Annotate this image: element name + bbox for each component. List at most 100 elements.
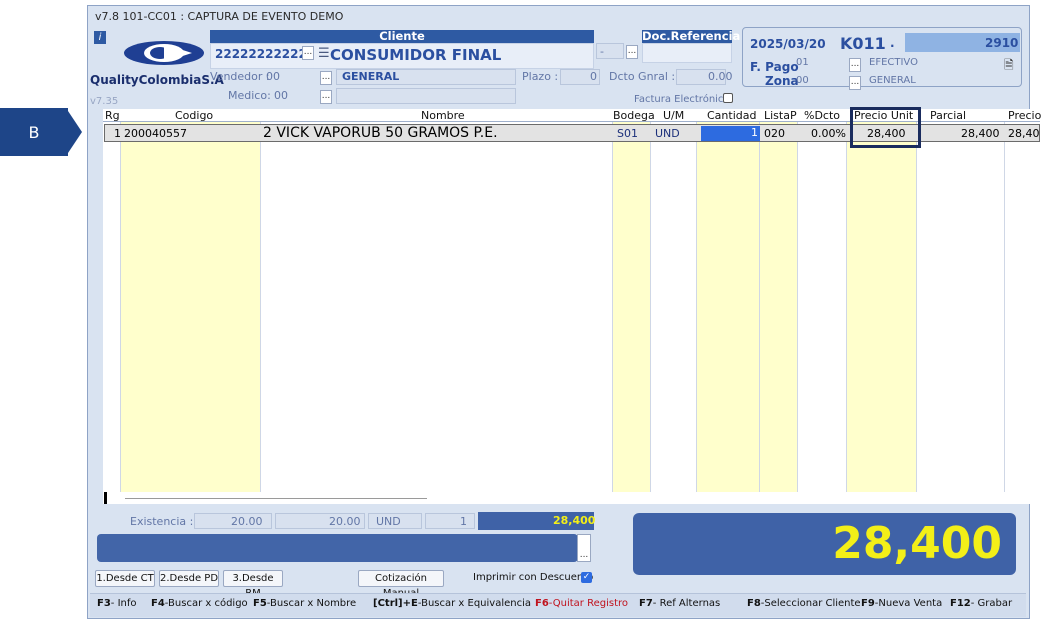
factura-checkbox[interactable] [723, 93, 733, 103]
vendedor-name: GENERAL [342, 70, 400, 83]
scrollbar-thumb[interactable] [125, 498, 427, 499]
scrollbar-cursor [104, 492, 107, 504]
grid-col-dcto [798, 122, 847, 492]
row-cantidad-input[interactable]: 1 [701, 126, 760, 141]
row-listap[interactable]: 020 [764, 127, 785, 140]
total-display: 28,400 [633, 513, 1016, 575]
exist-count-field [425, 513, 475, 529]
info-icon[interactable]: i [94, 31, 106, 44]
col-bodega-header[interactable]: Bodega [613, 109, 655, 122]
col-um-header[interactable]: U/M [663, 109, 684, 122]
grid-col-codigo [121, 122, 261, 492]
row-nombre[interactable]: 2 VICK VAPORUB 50 GRAMOS P.E. [263, 125, 498, 141]
fkey-f5[interactable]: F5-Buscar x Nombre [253, 598, 356, 609]
docref-search-button[interactable]: ... [626, 45, 638, 59]
step-marker: B [0, 108, 68, 156]
desde-rm-button[interactable]: 3.Desde RM [223, 570, 283, 599]
precio-highlight-frame [850, 107, 921, 148]
col-codigo-header[interactable]: Codigo [175, 109, 213, 122]
fkey-f7[interactable]: F7- Ref Alternas [639, 598, 720, 609]
factura-label: Factura Electrónica [634, 94, 730, 105]
vendedor-code[interactable]: 00 [266, 70, 280, 83]
row-dcto[interactable]: 0.00% [811, 127, 846, 140]
fkey-ctrle[interactable]: [Ctrl]+E-Buscar x Equivalencia [373, 598, 531, 609]
grid-col-parcial [917, 122, 1005, 492]
version-label: v7.35 [90, 96, 119, 107]
docref-header: Doc.Referencia [642, 29, 741, 43]
exist-unit: UND [376, 515, 401, 528]
step-marker-label: B [28, 122, 40, 142]
quality-logo-icon [124, 41, 204, 65]
grid-body [103, 122, 1040, 492]
fkey-f3[interactable]: F3- Info [97, 598, 137, 609]
fkey-f9[interactable]: F9-Nueva Venta [861, 598, 942, 609]
fkey-f12[interactable]: F12- Grabar [950, 598, 1012, 609]
fkey-f6[interactable]: F6-Quitar Registro [535, 598, 628, 609]
imprimir-label: Imprimir con Descuento [473, 572, 594, 583]
zona-search-button[interactable]: ... [849, 76, 861, 90]
plazo-label: Plazo : [522, 70, 559, 83]
grid-col-precio [847, 122, 917, 492]
desde-ct-button[interactable]: 1.Desde CT [95, 570, 155, 587]
row-codigo[interactable]: 200040557 [124, 127, 187, 140]
cliente-search-button[interactable]: ... [302, 46, 314, 60]
grid-col-um [651, 122, 697, 492]
marker-arrow-icon [66, 108, 82, 156]
fpago-label: F. Pago [750, 60, 799, 74]
col-parcial-header[interactable]: Parcial [930, 109, 966, 122]
document-icon[interactable]: 🗎 [1004, 56, 1014, 77]
row-parcial: 28,400 [961, 127, 1000, 140]
medico-name-field [336, 88, 516, 104]
observaciones-field[interactable] [97, 534, 578, 562]
imprimir-checkbox[interactable]: ✓ [581, 572, 592, 583]
docref-panel[interactable] [642, 43, 732, 63]
fpago-search-button[interactable]: ... [849, 58, 861, 72]
medico-label: Medico: [228, 89, 271, 102]
cliente-nombre[interactable]: CONSUMIDOR FINAL [330, 46, 501, 64]
fpago-code[interactable]: 01 [796, 57, 809, 68]
col-rg-header[interactable]: Rg [105, 109, 120, 122]
medico-code[interactable]: 00 [274, 89, 288, 102]
col-nombre-header[interactable]: Nombre [421, 109, 465, 122]
plazo-value: 0 [590, 70, 597, 83]
fpago-name: EFECTIVO [869, 57, 918, 68]
exist-price: 28,400 [553, 514, 596, 527]
col-dcto-header[interactable]: %Dcto [804, 109, 840, 122]
col-cantidad-header[interactable]: Cantidad [707, 109, 756, 122]
zona-code[interactable]: 00 [796, 75, 809, 86]
doc-number: 2910 [985, 36, 1019, 50]
observaciones-button[interactable]: ... [577, 534, 591, 562]
col-precio2-header[interactable]: Precio [1008, 109, 1041, 122]
exist1-value: 20.00 [231, 515, 263, 528]
grid-col-bodega [613, 122, 651, 492]
vendedor-label: Vendedor : [210, 70, 270, 83]
vendedor-search-button[interactable]: ... [320, 71, 332, 85]
col-listap-header[interactable]: ListaP [764, 109, 797, 122]
grid-col-rg [103, 122, 121, 492]
dcto-label: Dcto Gnral : [609, 70, 676, 83]
zona-name: GENERAL [869, 75, 916, 86]
grid-col-cantidad [697, 122, 760, 492]
row-precio2: 28,40 [1008, 127, 1040, 140]
cliente-header: Cliente [210, 30, 594, 43]
desde-pd-button[interactable]: 2.Desde PD [159, 570, 219, 587]
exist2-value: 20.00 [329, 515, 361, 528]
doc-dot: . [890, 36, 895, 50]
cotizacion-manual-button[interactable]: Cotización Manual [358, 570, 444, 599]
dcto-value: 0.00 [708, 70, 733, 83]
zona-label: Zona [765, 74, 799, 88]
row-um[interactable]: UND [655, 127, 680, 140]
fkey-f4[interactable]: F4-Buscar x código [151, 598, 248, 609]
exist-count: 1 [460, 515, 467, 528]
grid-col-listap [760, 122, 798, 492]
existencia-label: Existencia : [130, 515, 194, 528]
row-rg: 1 [114, 127, 121, 140]
grid-col-nombre [261, 122, 613, 492]
medico-search-button[interactable]: ... [320, 90, 332, 104]
cliente-nit[interactable]: 22222222222 [215, 47, 307, 61]
row-bodega[interactable]: S01 [617, 127, 638, 140]
menu-icon[interactable]: ☰ [318, 46, 330, 61]
doc-date: 2025/03/20 [750, 37, 826, 51]
fkey-f8[interactable]: F8-Seleccionar Cliente [747, 598, 861, 609]
doc-code: K011 [840, 34, 886, 53]
